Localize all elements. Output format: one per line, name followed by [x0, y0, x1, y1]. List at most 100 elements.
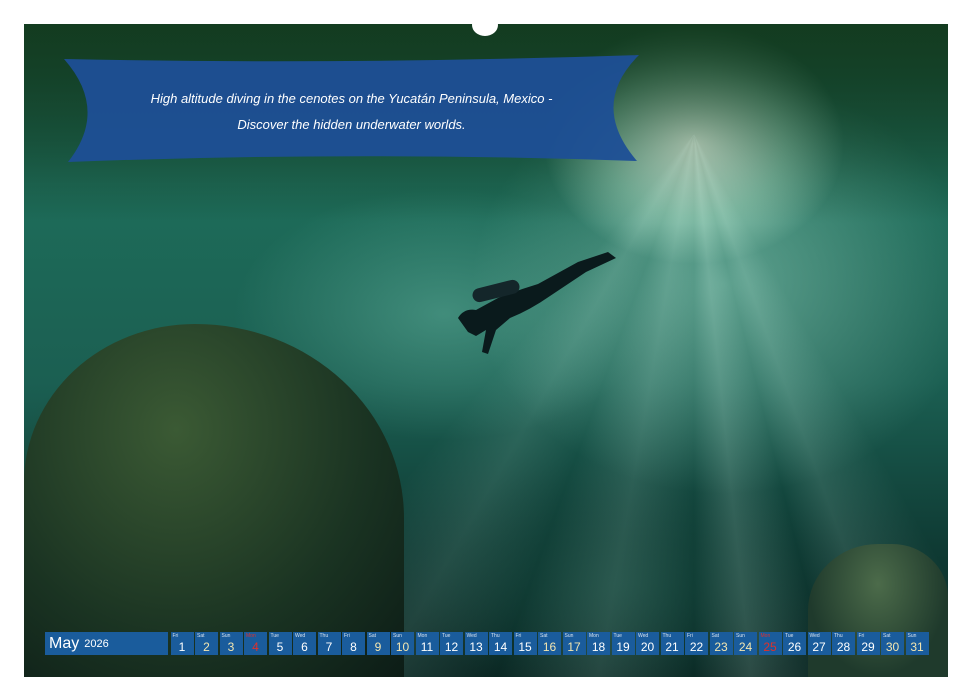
day-cell: Wed6 — [293, 632, 316, 655]
month-label: May 2026 — [45, 632, 168, 655]
day-number: 1 — [171, 640, 194, 654]
day-number: 11 — [416, 640, 439, 654]
weekday-label: Wed — [638, 633, 648, 639]
weekday-label: Tue — [614, 633, 622, 639]
day-cell: Sat9 — [367, 632, 390, 655]
weekday-label: Fri — [516, 633, 522, 639]
weekday-label: Tue — [442, 633, 450, 639]
day-number: 26 — [783, 640, 806, 654]
weekday-label: Wed — [295, 633, 305, 639]
day-number: 21 — [661, 640, 684, 654]
day-number: 23 — [710, 640, 733, 654]
day-number: 25 — [759, 640, 782, 654]
weekday-label: Sat — [883, 633, 891, 639]
weekday-label: Mon — [418, 633, 428, 639]
weekday-label: Sat — [369, 633, 377, 639]
weekday-label: Sun — [908, 633, 917, 639]
weekday-label: Sun — [736, 633, 745, 639]
weekday-label: Mon — [761, 633, 771, 639]
weekday-label: Fri — [173, 633, 179, 639]
year: 2026 — [84, 638, 108, 650]
day-cell: Tue19 — [612, 632, 635, 655]
calendar-strip: May 2026 Fri1Sat2Sun3Mon4Tue5Wed6Thu7Fri… — [45, 632, 929, 655]
weekday-label: Sat — [197, 633, 205, 639]
day-cell: Mon18 — [587, 632, 610, 655]
day-number: 17 — [563, 640, 586, 654]
day-number: 12 — [440, 640, 463, 654]
weekday-label: Tue — [271, 633, 279, 639]
day-number: 31 — [906, 640, 929, 654]
hanger-hole — [472, 14, 498, 36]
day-number: 16 — [538, 640, 561, 654]
day-cell: Fri15 — [514, 632, 537, 655]
day-cell: Sun24 — [734, 632, 757, 655]
day-number: 18 — [587, 640, 610, 654]
day-cell: Sat2 — [195, 632, 218, 655]
day-number: 13 — [465, 640, 488, 654]
day-number: 30 — [881, 640, 904, 654]
weekday-label: Mon — [246, 633, 256, 639]
weekday-label: Thu — [663, 633, 672, 639]
day-cell: Wed20 — [636, 632, 659, 655]
weekday-label: Wed — [467, 633, 477, 639]
day-cell: Sun31 — [906, 632, 929, 655]
day-cell: Fri22 — [685, 632, 708, 655]
day-cell: Tue5 — [269, 632, 292, 655]
day-number: 27 — [808, 640, 831, 654]
day-number: 15 — [514, 640, 537, 654]
caption-line-2: Discover the hidden underwater worlds. — [64, 112, 639, 138]
day-cell: Fri1 — [171, 632, 194, 655]
day-cell: Sat23 — [710, 632, 733, 655]
day-number: 24 — [734, 640, 757, 654]
day-number: 20 — [636, 640, 659, 654]
day-number: 5 — [269, 640, 292, 654]
day-number: 6 — [293, 640, 316, 654]
day-cell: Thu28 — [832, 632, 855, 655]
day-number: 19 — [612, 640, 635, 654]
weekday-label: Tue — [785, 633, 793, 639]
day-number: 29 — [857, 640, 880, 654]
day-number: 4 — [244, 640, 267, 654]
weekday-label: Sun — [393, 633, 402, 639]
rock-right — [808, 544, 948, 677]
weekday-label: Sun — [222, 633, 231, 639]
day-cell: Fri29 — [857, 632, 880, 655]
day-cell: Mon25 — [759, 632, 782, 655]
day-cell: Mon11 — [416, 632, 439, 655]
weekday-label: Sun — [565, 633, 574, 639]
day-number: 9 — [367, 640, 390, 654]
diver-silhouette — [450, 238, 630, 368]
day-number: 2 — [195, 640, 218, 654]
weekday-label: Sat — [540, 633, 548, 639]
caption-line-1: High altitude diving in the cenotes on t… — [64, 86, 639, 112]
day-number: 10 — [391, 640, 414, 654]
weekday-label: Sat — [712, 633, 720, 639]
day-number: 8 — [342, 640, 365, 654]
month-name: May — [49, 635, 79, 653]
weekday-label: Thu — [491, 633, 500, 639]
day-number: 14 — [489, 640, 512, 654]
day-cell: Thu21 — [661, 632, 684, 655]
day-cell: Thu7 — [318, 632, 341, 655]
day-cell: Fri8 — [342, 632, 365, 655]
weekday-label: Fri — [344, 633, 350, 639]
day-cell: Sun3 — [220, 632, 243, 655]
day-cell: Tue26 — [783, 632, 806, 655]
day-cell: Mon4 — [244, 632, 267, 655]
weekday-label: Wed — [810, 633, 820, 639]
day-cell: Sun17 — [563, 632, 586, 655]
day-cell: Sat16 — [538, 632, 561, 655]
day-cell: Tue12 — [440, 632, 463, 655]
day-number: 28 — [832, 640, 855, 654]
day-cell: Wed13 — [465, 632, 488, 655]
weekday-label: Fri — [687, 633, 693, 639]
weekday-label: Mon — [589, 633, 599, 639]
day-number: 7 — [318, 640, 341, 654]
day-cell: Sun10 — [391, 632, 414, 655]
day-number: 22 — [685, 640, 708, 654]
weekday-label: Fri — [859, 633, 865, 639]
weekday-label: Thu — [320, 633, 329, 639]
caption-banner: High altitude diving in the cenotes on t… — [64, 55, 639, 163]
day-number: 3 — [220, 640, 243, 654]
day-cell: Wed27 — [808, 632, 831, 655]
